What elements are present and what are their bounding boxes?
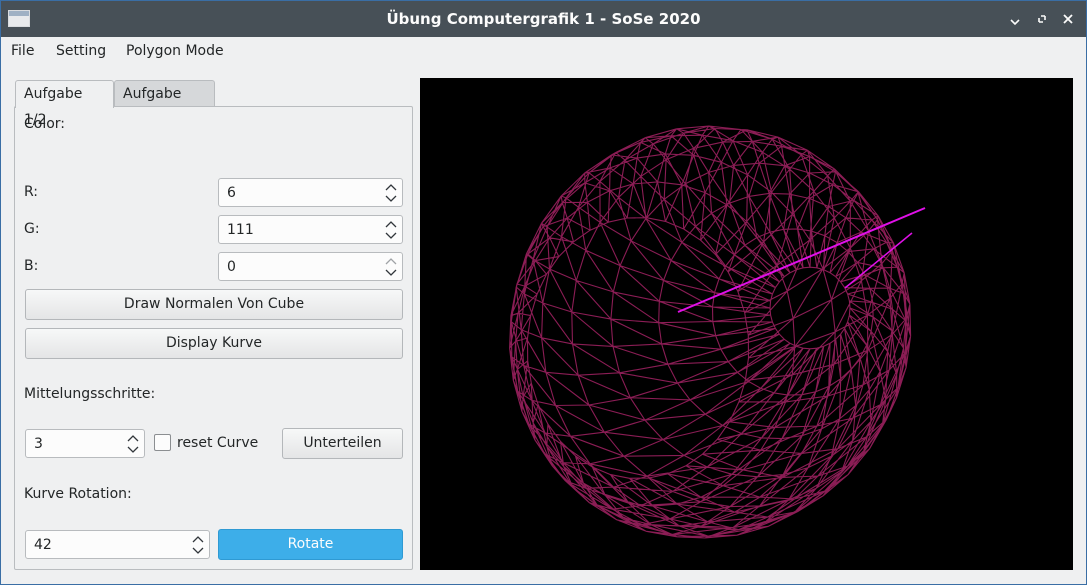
spin-arrows-icon[interactable]	[192, 534, 204, 556]
minimize-icon[interactable]	[1006, 10, 1024, 28]
tab-aufgabe-1-2[interactable]: Aufgabe 1/2	[15, 80, 114, 128]
g-spinbox[interactable]: 111	[218, 215, 403, 244]
g-label: G:	[24, 221, 40, 237]
smoothing-value: 3	[34, 436, 43, 452]
opengl-viewport[interactable]	[420, 78, 1073, 570]
wireframe-mesh	[509, 125, 926, 539]
menu-file[interactable]: File	[11, 43, 34, 59]
r-spinbox[interactable]: 6	[218, 178, 403, 207]
rotate-button[interactable]: Rotate	[218, 529, 403, 560]
app-window: Übung Computergrafik 1 - SoSe 2020 File …	[0, 0, 1087, 585]
b-spinbox[interactable]: 0	[218, 252, 403, 281]
mesh-edges	[509, 125, 912, 539]
window-title: Übung Computergrafik 1 - SoSe 2020	[386, 10, 701, 28]
r-value: 6	[227, 185, 236, 201]
r-label: R:	[24, 184, 39, 200]
menu-setting[interactable]: Setting	[56, 43, 106, 59]
reset-curve-label[interactable]: reset Curve	[177, 435, 258, 451]
smoothing-spinbox[interactable]: 3	[25, 429, 145, 458]
spin-arrows-icon[interactable]	[385, 219, 397, 241]
draw-normals-button[interactable]: Draw Normalen Von Cube	[25, 289, 403, 320]
spin-arrows-icon[interactable]	[385, 182, 397, 204]
b-value: 0	[227, 259, 236, 275]
reset-curve-checkbox[interactable]	[154, 434, 171, 451]
tab-aufgabe-3-4[interactable]: Aufgabe 3/4	[114, 80, 215, 128]
rotation-label: Kurve Rotation:	[24, 486, 132, 502]
smoothing-label: Mittelungsschritte:	[24, 386, 156, 402]
close-icon[interactable]	[1059, 10, 1077, 28]
g-value: 111	[227, 222, 254, 238]
title-bar[interactable]: Übung Computergrafik 1 - SoSe 2020	[1, 1, 1086, 37]
spin-arrows-icon[interactable]	[385, 256, 397, 278]
b-label: B:	[24, 258, 39, 274]
rotation-spinbox[interactable]: 42	[25, 530, 210, 559]
menu-bar: File Setting Polygon Mode	[1, 38, 1086, 66]
maximize-icon[interactable]	[1033, 10, 1051, 28]
rotation-value: 42	[34, 537, 52, 553]
spin-arrows-icon[interactable]	[127, 433, 139, 455]
display-curve-button[interactable]: Display Kurve	[25, 328, 403, 359]
menu-polygon-mode[interactable]: Polygon Mode	[126, 43, 224, 59]
subdivide-button[interactable]: Unterteilen	[282, 428, 403, 459]
